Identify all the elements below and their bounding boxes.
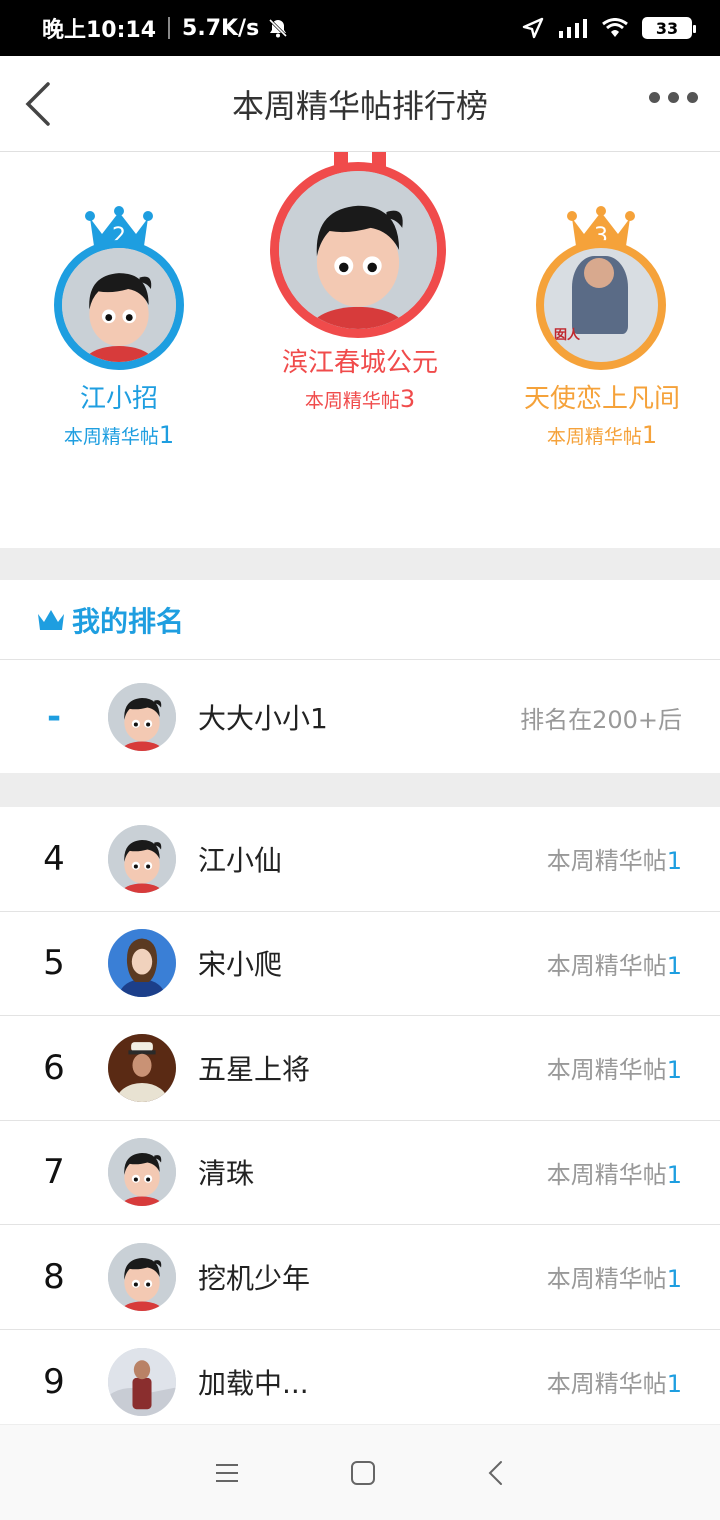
essence-count: 本周精华帖1	[546, 1160, 682, 1189]
my-rank-row[interactable]: - 大大小小1 排名在200+后	[0, 661, 720, 773]
home-icon[interactable]	[349, 1459, 377, 1487]
signal-icon	[559, 19, 587, 38]
avatar	[108, 1242, 176, 1311]
status-bar: 晚上10:14 5.7K/s 33	[0, 0, 720, 56]
page-title: 本周精华帖排行榜	[231, 86, 488, 125]
cartoon-avatar-icon	[108, 683, 176, 751]
rank-number: 8	[43, 1256, 65, 1297]
cartoon-avatar-icon	[279, 171, 437, 329]
back-arrow-icon[interactable]	[18, 78, 68, 130]
cartoon-avatar-icon	[62, 248, 176, 362]
user-name: 宋小爬	[198, 948, 283, 982]
my-rank-title: 我的排名	[72, 604, 185, 638]
network-speed: 5.7K/s	[182, 15, 260, 41]
podium-name: 天使恋上凡间	[523, 384, 680, 414]
cartoon-avatar-icon	[108, 1242, 176, 1311]
list-item[interactable]: 7 清珠 本周精华帖1	[0, 1121, 720, 1225]
podium-name: 滨江春城公元	[281, 348, 438, 378]
status-divider	[168, 17, 171, 39]
user-name: 加载中...	[198, 1366, 309, 1400]
photo-avatar-icon	[108, 1033, 176, 1102]
user-name: 江小仙	[198, 843, 283, 877]
rank-number: 9	[43, 1361, 65, 1402]
podium-essence-count: 本周精华帖1	[63, 421, 175, 449]
avatar	[108, 824, 176, 893]
cartoon-avatar-icon	[108, 1138, 176, 1207]
rank-number: 7	[43, 1152, 65, 1193]
avatar	[108, 929, 176, 998]
more-options-icon[interactable]	[649, 92, 698, 103]
wifi-icon	[602, 18, 628, 37]
essence-count: 本周精华帖1	[546, 1370, 682, 1399]
system-nav-bar	[0, 1424, 720, 1520]
location-arrow-icon	[522, 17, 544, 39]
user-name: 五星上将	[198, 1052, 311, 1086]
list-item[interactable]: 4 江小仙 本周精华帖1	[0, 807, 720, 912]
photo-avatar-icon	[108, 1347, 176, 1416]
rank-number: 5	[43, 943, 65, 984]
status-time: 晚上10:14	[42, 18, 157, 43]
list-item[interactable]: 5 宋小爬 本周精华帖1	[0, 912, 720, 1016]
battery-indicator: 33	[642, 17, 696, 39]
avatar	[108, 683, 176, 751]
podium-name: 江小招	[79, 384, 158, 414]
essence-count: 本周精华帖1	[546, 847, 682, 876]
avatar: 囡人	[536, 240, 666, 370]
avatar	[270, 162, 446, 338]
photo-avatar-icon	[108, 929, 176, 998]
podium-essence-count: 本周精华帖1	[546, 421, 658, 449]
avatar	[108, 1033, 176, 1102]
my-rank-status: 排名在200+后	[520, 705, 682, 734]
back-icon[interactable]	[486, 1459, 506, 1487]
essence-count: 本周精华帖1	[546, 951, 682, 980]
top-three-podium: 2 江小招 本周精华帖1 滨江春城公元 本周精华帖3 3 囡人 天使恋上凡间 本…	[0, 152, 720, 548]
crown-icon	[38, 609, 64, 630]
rank-number: 4	[43, 838, 65, 879]
list-item[interactable]: 8 挖机少年 本周精华帖1	[0, 1225, 720, 1330]
user-name: 挖机少年	[198, 1261, 311, 1295]
section-divider	[0, 548, 720, 580]
my-rank-name: 大大小小1	[198, 702, 328, 735]
essence-count: 本周精华帖1	[546, 1056, 682, 1085]
avatar	[108, 1138, 176, 1207]
nav-bar: 本周精华帖排行榜	[0, 56, 720, 152]
section-divider	[0, 773, 720, 807]
mute-bell-icon	[269, 18, 288, 38]
list-item[interactable]: 9 加载中... 本周精华帖1	[0, 1330, 720, 1435]
my-rank-number: -	[46, 697, 62, 737]
cartoon-avatar-icon	[108, 824, 176, 893]
podium-essence-count: 本周精华帖3	[304, 385, 416, 413]
avatar	[54, 240, 184, 370]
menu-icon[interactable]	[214, 1462, 240, 1484]
ranking-list: 4 江小仙 本周精华帖1 5 宋小爬 本周精华帖1 6 五星上将 本周精华帖1 …	[0, 807, 720, 1434]
avatar-logo-text: 囡人	[554, 328, 581, 343]
avatar	[108, 1347, 176, 1416]
user-name: 清珠	[198, 1157, 255, 1191]
rank-number: 6	[43, 1047, 65, 1088]
my-rank-header: 我的排名	[0, 580, 720, 660]
essence-count: 本周精华帖1	[546, 1265, 682, 1294]
list-item[interactable]: 6 五星上将 本周精华帖1	[0, 1016, 720, 1121]
